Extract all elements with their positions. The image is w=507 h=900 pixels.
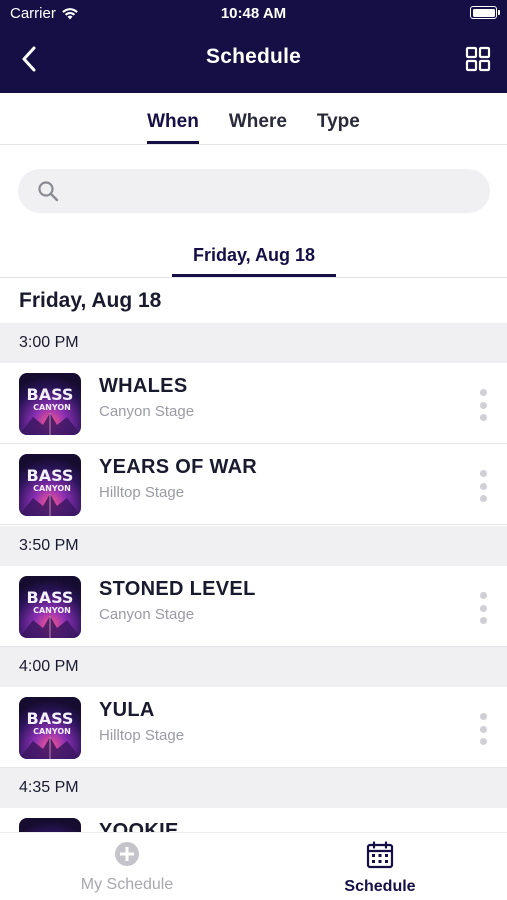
add-circle-icon (115, 842, 139, 866)
tab-when[interactable]: When (147, 95, 199, 144)
svg-text:BASS: BASS (27, 466, 74, 485)
event-row[interactable]: BASS CANYON YULA Hilltop Stage (0, 687, 507, 768)
event-logo: BASSCANYON (19, 373, 81, 435)
svg-text:CANYON: CANYON (33, 606, 71, 615)
event-name: YULA (99, 699, 155, 721)
event-stage: Canyon Stage (99, 606, 195, 623)
tab-schedule[interactable]: Schedule (280, 841, 480, 896)
status-time: 10:48 AM (220, 5, 287, 22)
more-options-icon[interactable] (479, 592, 487, 624)
time-header: 3:50 PM (0, 526, 507, 566)
tab-where[interactable]: Where (229, 95, 287, 144)
event-stage: Hilltop Stage (99, 484, 185, 501)
tab-label: Schedule (344, 878, 416, 895)
time-header: 3:00 PM (0, 323, 507, 363)
svg-text:CANYON: CANYON (33, 727, 71, 736)
tab-type[interactable]: Type (317, 95, 360, 144)
grid-view-button[interactable] (465, 46, 491, 72)
bottom-tab-bar: My Schedule Schedule (0, 832, 507, 900)
event-name: WHALES (99, 375, 188, 397)
svg-text:BASS: BASS (27, 709, 74, 728)
more-options-icon[interactable] (479, 713, 487, 745)
event-name: STONED LEVEL (99, 578, 256, 600)
calendar-icon (366, 841, 394, 869)
event-stage: Canyon Stage (99, 403, 195, 420)
search-icon (38, 181, 59, 202)
divider (0, 277, 507, 278)
svg-text:BASS: BASS (27, 588, 74, 607)
tab-my-schedule[interactable]: My Schedule (27, 841, 227, 894)
day-heading: Friday, Aug 18 (19, 289, 162, 312)
svg-text:BASS: BASS (27, 385, 74, 404)
event-row[interactable]: BASS CANYON WHALES Canyon Stage (0, 363, 507, 444)
event-row[interactable]: BASS CANYON STONED LEVEL Canyon Stage (0, 566, 507, 647)
more-options-icon[interactable] (479, 389, 487, 421)
event-row[interactable]: BASS CANYON YEARS OF WAR Hilltop Stage (0, 444, 507, 525)
event-stage: Hilltop Stage (99, 727, 185, 744)
tab-label: My Schedule (80, 876, 174, 893)
time-header: 4:35 PM (0, 768, 507, 808)
time-header: 4:00 PM (0, 647, 507, 687)
event-logo: BASSCANYON (19, 576, 81, 638)
page-title: Schedule (206, 45, 301, 68)
svg-text:CANYON: CANYON (33, 403, 71, 412)
event-name: YEARS OF WAR (99, 456, 258, 478)
grid-view-icon (465, 46, 491, 72)
event-logo: BASSCANYON (19, 454, 81, 516)
date-tab-fri-aug-18[interactable]: Friday, Aug 18 (172, 240, 336, 277)
status-bar: Carrier 10:48 AM (0, 0, 507, 28)
filter-tabs: When Where Type (0, 95, 507, 145)
svg-text:CANYON: CANYON (33, 484, 71, 493)
battery-icon (470, 6, 500, 19)
event-logo: BASSCANYON (19, 697, 81, 759)
app-header: Carrier 10:48 AM Schedule (0, 0, 507, 93)
more-options-icon[interactable] (479, 470, 487, 502)
search-input[interactable] (18, 169, 490, 213)
